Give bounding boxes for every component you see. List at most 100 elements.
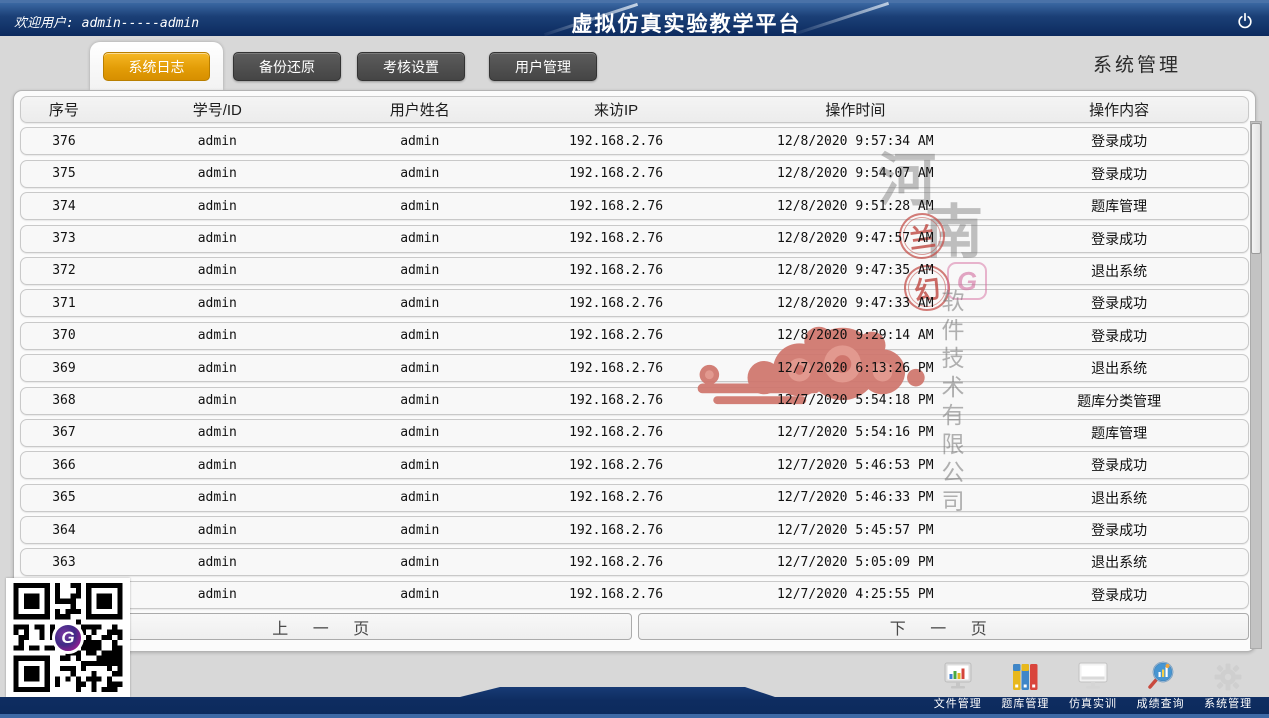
next-page-button[interactable]: 下 一 页 (638, 613, 1250, 640)
cell-ip: 192.168.2.76 (512, 393, 721, 408)
app-dock: 文件管理 题库管理 (924, 658, 1262, 711)
cell-index: 372 (21, 263, 107, 278)
column-header: 来访IP (512, 99, 721, 120)
cell-time: 12/7/2020 6:13:26 PM (720, 361, 990, 376)
cell-time: 12/7/2020 5:45:57 PM (720, 523, 990, 538)
cell-student-id: admin (107, 328, 328, 343)
score-query-icon (1146, 658, 1176, 692)
dock-item-file-management[interactable]: 文件管理 (924, 658, 992, 711)
cell-index: 370 (21, 328, 107, 343)
cell-time: 12/8/2020 9:47:35 AM (720, 263, 990, 278)
dock-label: 系统管理 (1204, 695, 1252, 711)
table-row: 365adminadmin192.168.2.7612/7/2020 5:46:… (20, 484, 1249, 512)
table-row: 373adminadmin192.168.2.7612/8/2020 9:47:… (20, 225, 1249, 253)
table-row: 371adminadmin192.168.2.7612/8/2020 9:47:… (20, 289, 1249, 317)
cell-username: admin (328, 199, 512, 214)
cell-index: 374 (21, 199, 107, 214)
cell-ip: 192.168.2.76 (512, 134, 721, 149)
system-management-icon (1213, 658, 1243, 692)
pagination: 上 一 页 下 一 页 (20, 613, 1249, 640)
cell-student-id: admin (107, 296, 328, 311)
cell-username: admin (328, 587, 512, 602)
cell-time: 12/7/2020 5:46:53 PM (720, 458, 990, 473)
cell-username: admin (328, 296, 512, 311)
cell-time: 12/7/2020 5:54:16 PM (720, 425, 990, 440)
bottom-accent-line (0, 714, 1269, 718)
header-diagonal-decoration (795, 2, 889, 35)
column-header: 操作时间 (720, 99, 990, 120)
cell-time: 12/8/2020 9:51:28 AM (720, 199, 990, 214)
dock-item-score-query[interactable]: 成绩查询 (1127, 658, 1195, 711)
cell-content: 登录成功 (990, 131, 1248, 151)
cell-student-id: admin (107, 361, 328, 376)
cell-student-id: admin (107, 523, 328, 538)
dock-label: 成绩查询 (1137, 695, 1185, 711)
cell-content: 登录成功 (990, 455, 1248, 475)
table-row: 368adminadmin192.168.2.7612/7/2020 5:54:… (20, 387, 1249, 415)
cell-content: 退出系统 (990, 261, 1248, 281)
cell-student-id: admin (107, 263, 328, 278)
cell-content: 题库管理 (990, 196, 1248, 216)
cell-student-id: admin (107, 587, 328, 602)
cell-username: admin (328, 458, 512, 473)
cell-content: 登录成功 (990, 326, 1248, 346)
cell-index: 363 (21, 555, 107, 570)
question-bank-icon (1010, 658, 1040, 692)
table-scrollbar-thumb[interactable] (1251, 123, 1261, 254)
cell-content: 登录成功 (990, 293, 1248, 313)
power-icon (1237, 9, 1253, 33)
cell-username: admin (328, 490, 512, 505)
table-row: 369adminadmin192.168.2.7612/7/2020 6:13:… (20, 354, 1249, 382)
cell-index: 373 (21, 231, 107, 246)
log-table-panel: 序号学号/ID用户姓名来访IP操作时间操作内容376adminadmin192.… (13, 90, 1256, 652)
cell-student-id: admin (107, 231, 328, 246)
tab-assessment-settings[interactable]: 考核设置 (357, 52, 465, 81)
tab-system-log[interactable]: 系统日志 (103, 52, 210, 81)
dock-item-simulation-training[interactable]: 仿真实训 (1059, 658, 1127, 711)
cell-time: 12/8/2020 9:47:33 AM (720, 296, 990, 311)
qr-code: G (6, 578, 130, 697)
qr-center-logo-icon: G (52, 622, 84, 654)
cell-ip: 192.168.2.76 (512, 490, 721, 505)
table-row: 376adminadmin192.168.2.7612/8/2020 9:57:… (20, 127, 1249, 155)
cell-index: 367 (21, 425, 107, 440)
cell-index: 369 (21, 361, 107, 376)
dock-item-question-bank[interactable]: 题库管理 (992, 658, 1060, 711)
cell-student-id: admin (107, 166, 328, 181)
table-row: 366adminadmin192.168.2.7612/7/2020 5:46:… (20, 451, 1249, 479)
cell-content: 登录成功 (990, 585, 1248, 605)
cell-content: 题库分类管理 (990, 391, 1248, 411)
cell-ip: 192.168.2.76 (512, 231, 721, 246)
log-table: 序号学号/ID用户姓名来访IP操作时间操作内容376adminadmin192.… (20, 96, 1249, 609)
dock-label: 题库管理 (1001, 695, 1049, 711)
cell-ip: 192.168.2.76 (512, 587, 721, 602)
cell-index: 371 (21, 296, 107, 311)
tab-backup-restore[interactable]: 备份还原 (233, 52, 341, 81)
title-bar: 欢迎用户: admin-----admin 虚拟仿真实验教学平台 (0, 0, 1269, 36)
cell-time: 12/8/2020 9:54:07 AM (720, 166, 990, 181)
dock-label: 仿真实训 (1069, 695, 1117, 711)
power-logout-button[interactable] (1231, 8, 1259, 34)
table-row: 370adminadmin192.168.2.7612/8/2020 9:29:… (20, 322, 1249, 350)
table-scrollbar-track[interactable] (1250, 121, 1262, 649)
cell-username: admin (328, 231, 512, 246)
cell-username: admin (328, 523, 512, 538)
dock-item-system-management[interactable]: 系统管理 (1194, 658, 1262, 711)
table-row: 375adminadmin192.168.2.7612/8/2020 9:54:… (20, 160, 1249, 188)
cell-index: 376 (21, 134, 107, 149)
cell-time: 12/8/2020 9:29:14 AM (720, 328, 990, 343)
dock-label: 文件管理 (934, 695, 982, 711)
tab-user-management[interactable]: 用户管理 (489, 52, 597, 81)
table-header-row: 序号学号/ID用户姓名来访IP操作时间操作内容 (20, 96, 1249, 123)
cell-index: 365 (21, 490, 107, 505)
cell-time: 12/8/2020 9:47:57 AM (720, 231, 990, 246)
simulation-training-icon (1076, 658, 1110, 692)
page-title: 系统管理 (1093, 50, 1181, 77)
cell-content: 退出系统 (990, 552, 1248, 572)
column-header: 学号/ID (107, 99, 328, 120)
cell-ip: 192.168.2.76 (512, 361, 721, 376)
cell-username: admin (328, 166, 512, 181)
table-row: 367adminadmin192.168.2.7612/7/2020 5:54:… (20, 419, 1249, 447)
table-row: 364adminadmin192.168.2.7612/7/2020 5:45:… (20, 516, 1249, 544)
cell-student-id: admin (107, 199, 328, 214)
